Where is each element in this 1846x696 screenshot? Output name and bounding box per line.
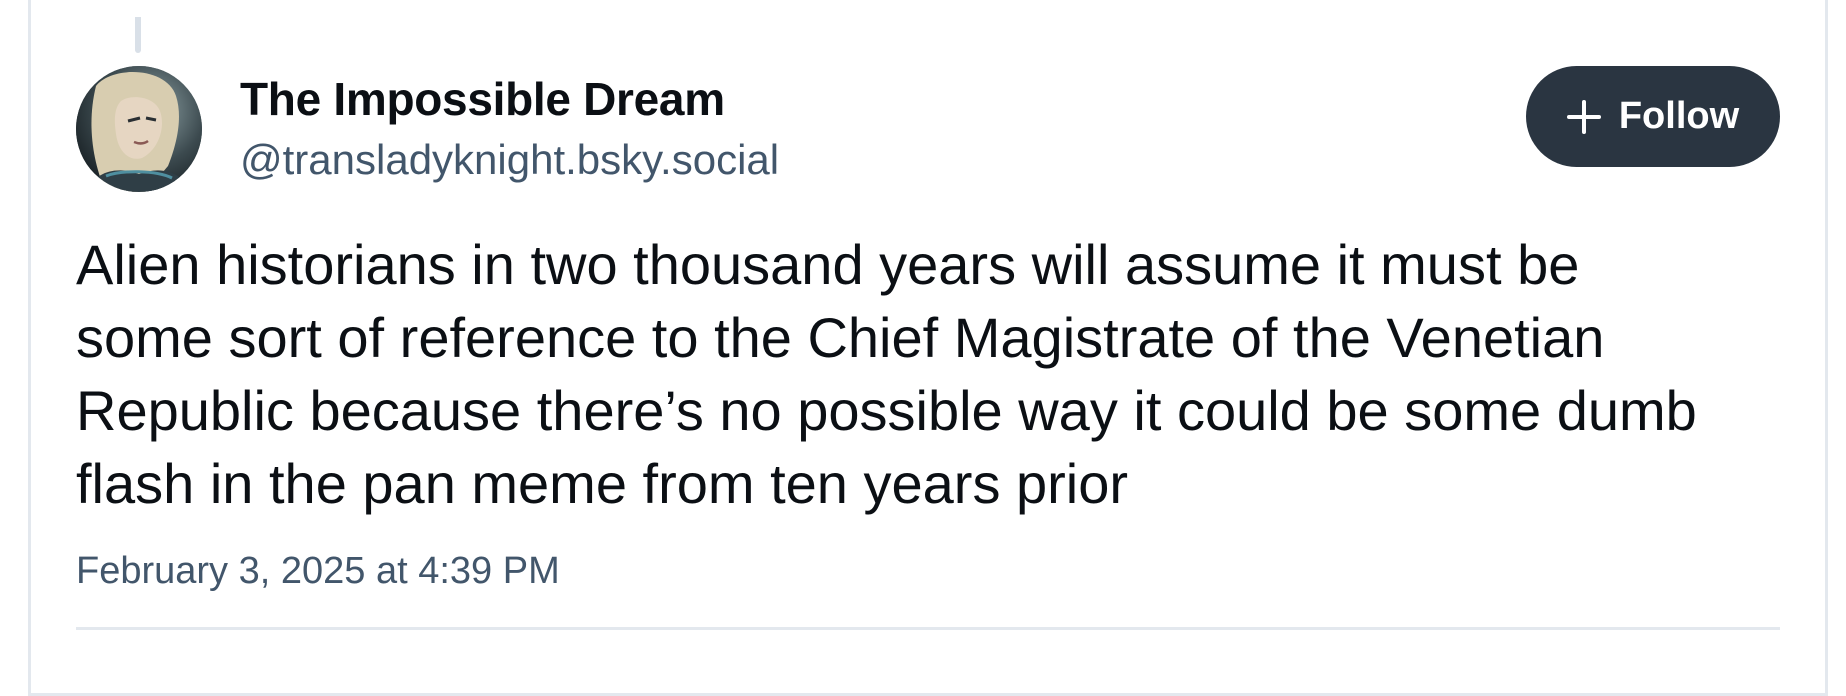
author-handle[interactable]: @transladyknight.bsky.social [240,136,779,184]
post-text-line: some sort of reference to the Chief Magi… [76,306,1605,369]
thread-connector-line [135,17,141,53]
bottom-divider [76,627,1780,630]
author-display-name[interactable]: The Impossible Dream [240,72,725,126]
post-body-text: Alien historians in two thousand years w… [76,228,1806,520]
post-text-line: Republic because there’s no possible way… [76,379,1697,442]
plus-icon [1566,99,1601,134]
follow-button[interactable]: Follow [1526,66,1780,167]
avatar-portrait-icon [76,66,202,192]
follow-button-label: Follow [1618,95,1740,137]
post-timestamp[interactable]: February 3, 2025 at 4:39 PM [76,550,560,593]
avatar[interactable] [76,66,202,192]
post-text-line: Alien historians in two thousand years w… [76,233,1580,296]
post-text-line: flash in the pan meme from ten years pri… [76,452,1129,515]
